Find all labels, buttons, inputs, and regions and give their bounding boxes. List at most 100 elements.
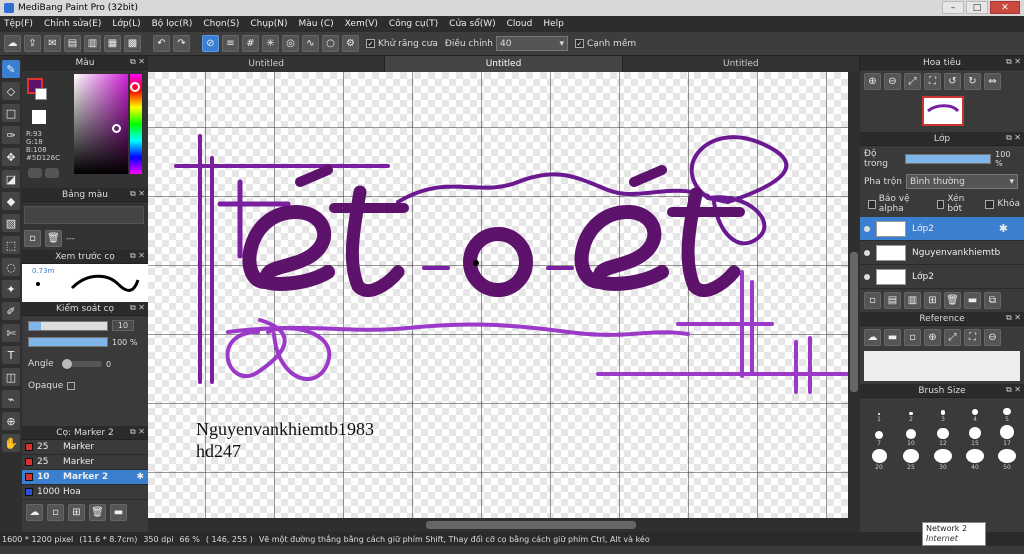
brush-cloud-icon[interactable]: ☁ xyxy=(26,504,43,521)
navigator-thumbnail[interactable] xyxy=(922,96,964,126)
snap-radial-icon[interactable]: ✳ xyxy=(262,35,279,52)
saturation-value-picker[interactable] xyxy=(74,74,128,174)
select-pen-icon[interactable]: ✐ xyxy=(2,302,20,320)
layout-icon[interactable]: ▤ xyxy=(64,35,81,52)
snap-off-icon[interactable]: ⊘ xyxy=(202,35,219,52)
maximize-button[interactable]: □ xyxy=(966,1,988,14)
undo-icon[interactable]: ↶ xyxy=(153,35,170,52)
clip-checkbox[interactable]: Xén bớt xyxy=(936,194,976,214)
menu-filter[interactable]: Bộ lọc(R) xyxy=(152,19,193,29)
tab-document-3[interactable]: Untitled xyxy=(623,56,860,72)
eraser-tool-icon[interactable]: ◇ xyxy=(2,82,20,100)
lasso-tool-icon[interactable]: ◌ xyxy=(2,258,20,276)
snap-settings-icon[interactable]: ⚙ xyxy=(342,35,359,52)
color-mode-button[interactable] xyxy=(45,168,59,178)
eye-icon[interactable] xyxy=(864,249,870,256)
scroll-thumb[interactable] xyxy=(850,252,858,392)
text-tool-icon[interactable]: T xyxy=(2,346,20,364)
hand-tool-icon[interactable]: ✋ xyxy=(2,434,20,452)
brush-size-preset[interactable]: 4 xyxy=(960,401,990,423)
reference-zoom-in-icon[interactable]: ⊕ xyxy=(924,329,941,346)
secondary-color-swatch[interactable] xyxy=(35,88,47,100)
layer-item[interactable]: Nguyenvankhiemtb xyxy=(860,241,1024,265)
move-tool-icon[interactable]: ✥ xyxy=(2,148,20,166)
fit-icon[interactable]: ⤢ xyxy=(904,73,921,90)
new-layer-icon[interactable]: ▫ xyxy=(864,292,881,309)
menu-view[interactable]: Xem(V) xyxy=(345,19,378,29)
reference-zoom-out-icon[interactable]: ⊖ xyxy=(984,329,1001,346)
panel-close-icon[interactable]: ⧉ ✕ xyxy=(1006,133,1021,143)
brush-size-slider[interactable] xyxy=(28,320,108,331)
brush-delete-icon[interactable]: 🗑 xyxy=(89,504,106,521)
gradient-tool-icon[interactable]: ▧ xyxy=(2,214,20,232)
brush-opacity-slider[interactable] xyxy=(28,337,108,347)
reference-new-icon[interactable]: ▫ xyxy=(904,329,921,346)
panel-close-icon[interactable]: ⧉ ✕ xyxy=(130,189,145,199)
scroll-thumb[interactable] xyxy=(426,521,636,529)
reference-fit-icon[interactable]: ⤢ xyxy=(944,329,961,346)
reference-actual-icon[interactable]: ⛶ xyxy=(964,329,981,346)
snap-circle-icon[interactable]: ○ xyxy=(322,35,339,52)
drawing-canvas[interactable]: Nguyenvankhiemtb1983 hd247 xyxy=(148,72,848,518)
flip-icon[interactable]: ⇔ xyxy=(984,73,1001,90)
menu-cloud[interactable]: Cloud xyxy=(507,19,533,29)
select-tool-icon[interactable]: ⬚ xyxy=(2,236,20,254)
panel-close-icon[interactable]: ⧉ ✕ xyxy=(130,251,145,261)
layer-folder-icon[interactable]: ▬ xyxy=(964,292,981,309)
minimize-button[interactable]: – xyxy=(942,1,964,14)
menu-file[interactable]: Tệp(F) xyxy=(4,19,33,29)
snap-grid-icon[interactable]: # xyxy=(242,35,259,52)
reference-area[interactable] xyxy=(864,351,1020,381)
opaque-checkbox[interactable] xyxy=(67,382,76,390)
brush-size-value[interactable]: 10 xyxy=(112,320,134,331)
add-layer-dropdown-icon[interactable]: ⊞ xyxy=(924,292,941,309)
transparent-swatch[interactable] xyxy=(32,110,46,124)
table-icon[interactable]: ▩ xyxy=(124,35,141,52)
new-8bit-layer-icon[interactable]: ▥ xyxy=(904,292,921,309)
actual-size-icon[interactable]: ⛶ xyxy=(924,73,941,90)
rotate-left-icon[interactable]: ↺ xyxy=(944,73,961,90)
blend-select[interactable]: Bình thường ▾ xyxy=(906,174,1018,189)
list-item[interactable]: 25 Marker xyxy=(22,455,148,470)
brush-size-preset[interactable]: 7 xyxy=(864,425,894,447)
menu-window[interactable]: Cửa sổ(W) xyxy=(449,19,495,29)
menu-tools[interactable]: Công cụ(T) xyxy=(389,19,438,29)
page-icon[interactable]: ▥ xyxy=(84,35,101,52)
snap-concentric-icon[interactable]: ◎ xyxy=(282,35,299,52)
duplicate-layer-icon[interactable]: ⧉ xyxy=(984,292,1001,309)
eyedropper-tool-icon[interactable]: ⌁ xyxy=(2,390,20,408)
brush-size-preset[interactable]: 10 xyxy=(896,425,926,447)
brush-size-preset[interactable]: 25 xyxy=(896,449,926,471)
palette-area[interactable] xyxy=(24,206,144,224)
list-item[interactable]: 25 Marker xyxy=(22,440,148,455)
menu-layer[interactable]: Lớp(L) xyxy=(112,19,140,29)
menu-select[interactable]: Chọn(S) xyxy=(203,19,239,29)
adjust-select[interactable]: 40 ▾ xyxy=(495,36,568,51)
pick-tool-icon[interactable]: ⊕ xyxy=(2,412,20,430)
brush-size-preset[interactable]: 30 xyxy=(928,449,958,471)
rotate-right-icon[interactable]: ↻ xyxy=(964,73,981,90)
select-eraser-icon[interactable]: ✄ xyxy=(2,324,20,342)
fill-tool-icon[interactable]: ◪ xyxy=(2,170,20,188)
comment-icon[interactable]: ✉ xyxy=(44,35,61,52)
cloud-icon[interactable]: ☁ xyxy=(4,35,21,52)
brush-folder-icon[interactable]: ▬ xyxy=(110,504,127,521)
color-add-button[interactable] xyxy=(28,168,42,178)
gear-icon[interactable]: ✱ xyxy=(136,472,144,482)
brush-size-preset[interactable]: 40 xyxy=(960,449,990,471)
canvas-horizontal-scrollbar[interactable] xyxy=(148,518,860,532)
gear-icon[interactable]: ✱ xyxy=(999,222,1008,235)
panel-close-icon[interactable]: ⧉ ✕ xyxy=(130,57,145,67)
menu-help[interactable]: Help xyxy=(543,19,564,29)
brush-size-preset[interactable]: 15 xyxy=(960,425,990,447)
angle-slider[interactable] xyxy=(62,359,102,369)
tab-document-1[interactable]: Untitled xyxy=(148,56,386,72)
pen-tool-icon[interactable]: ✑ xyxy=(2,126,20,144)
delete-palette-icon[interactable]: 🗑 xyxy=(45,230,62,247)
menu-edit[interactable]: Chỉnh sửa(E) xyxy=(44,19,101,29)
menu-snap[interactable]: Chụp(N) xyxy=(250,19,287,29)
redo-icon[interactable]: ↷ xyxy=(173,35,190,52)
brush-new-icon[interactable]: ▫ xyxy=(47,504,64,521)
panel-close-icon[interactable]: ⧉ ✕ xyxy=(1006,385,1021,395)
brush-add-icon[interactable]: ⊞ xyxy=(68,504,85,521)
